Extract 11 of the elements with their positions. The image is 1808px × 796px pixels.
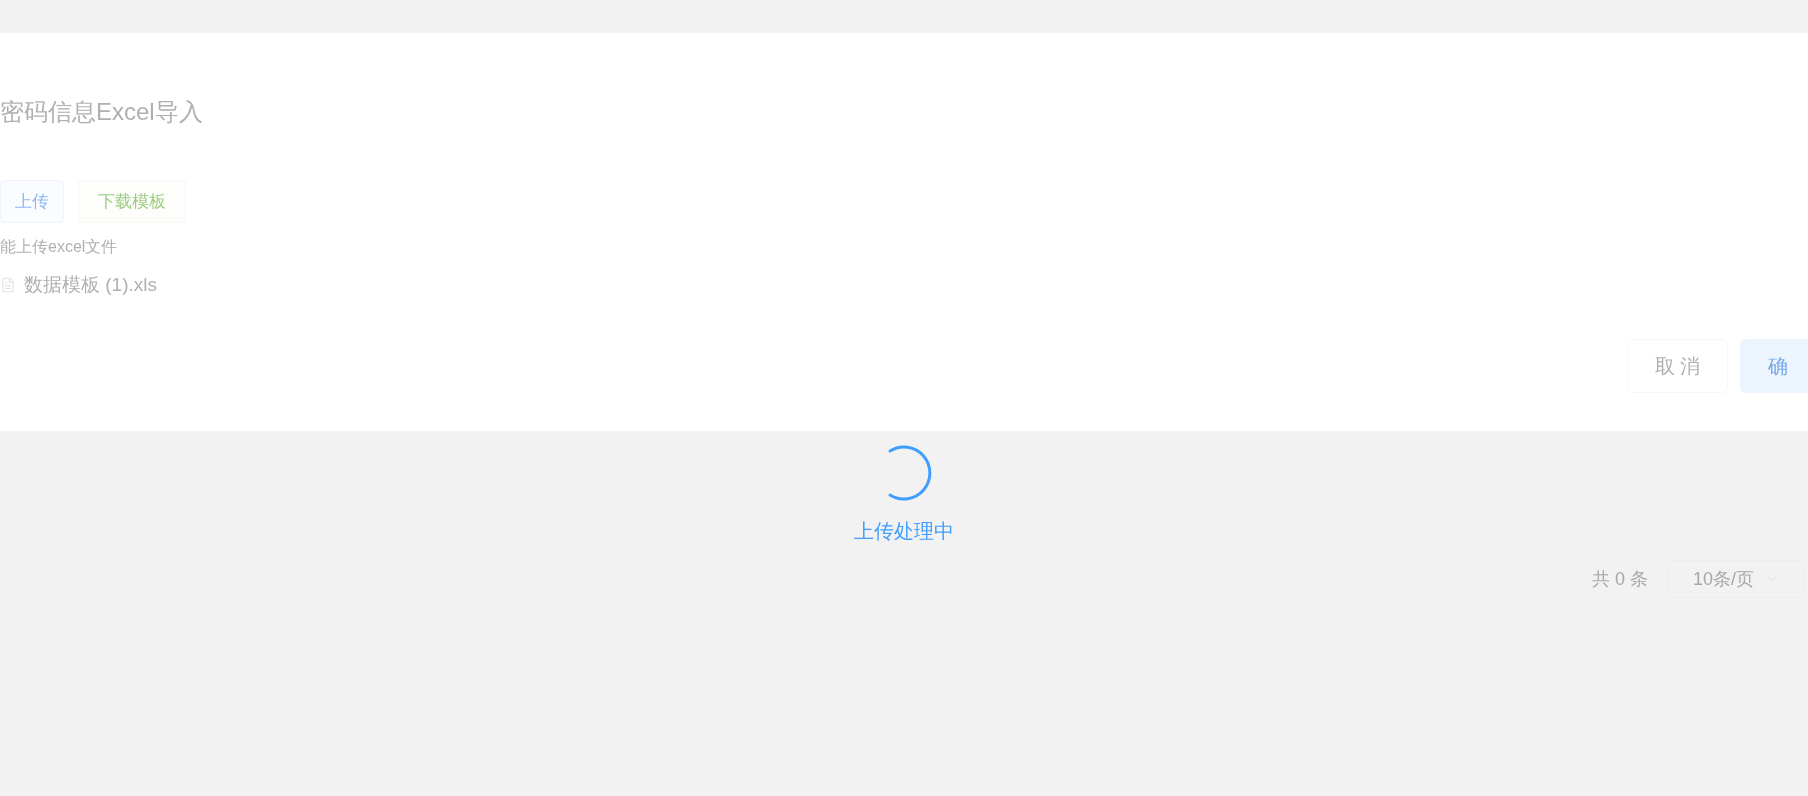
loading-text: 上传处理中 [854,519,954,544]
confirm-button[interactable]: 确 [1740,339,1808,393]
cancel-button[interactable]: 取 消 [1627,339,1728,393]
download-template-button[interactable]: 下载模板 [78,180,186,223]
file-name[interactable]: 数据模板 (1).xls [24,271,157,300]
page-size-select[interactable]: 10条/页 [1668,560,1804,598]
upload-button[interactable]: 上传 [0,180,64,223]
file-icon [0,276,16,295]
upload-hint: 能上传excel文件 [0,237,118,257]
total-count: 共 0 条 [1592,567,1648,591]
dialog-title: 密码信息Excel导入 [0,97,203,127]
